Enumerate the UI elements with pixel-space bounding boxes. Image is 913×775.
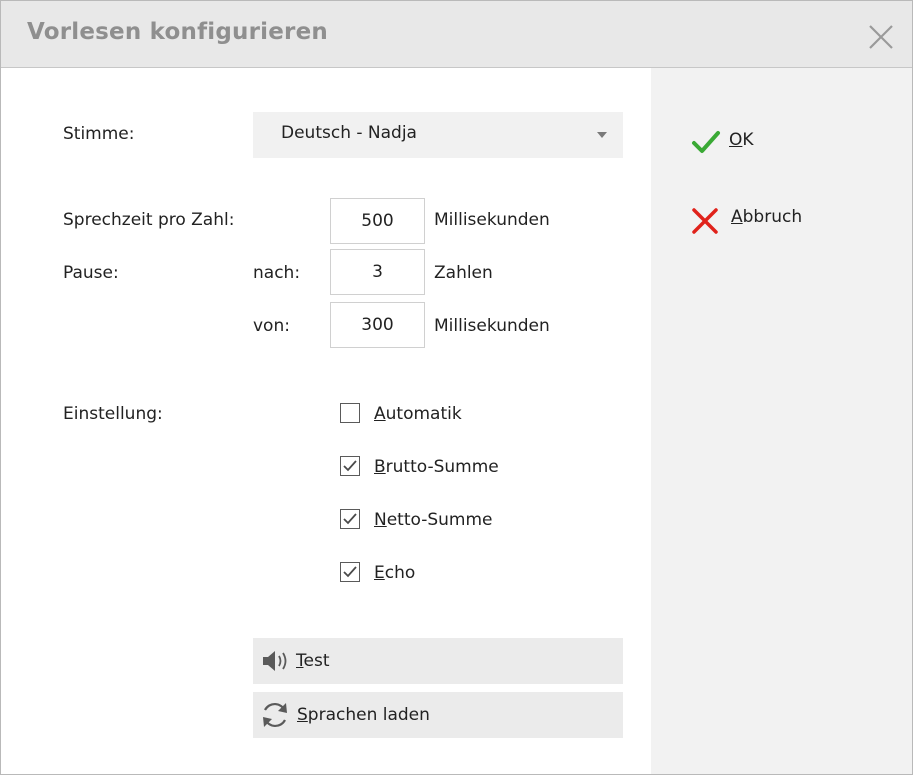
checkbox-box[interactable] <box>340 403 360 423</box>
cancel-button[interactable]: Abbruch <box>691 202 831 236</box>
voice-select[interactable]: Deutsch - Nadja <box>253 112 623 158</box>
check-icon <box>343 513 357 525</box>
chevron-down-icon[interactable] <box>597 132 607 138</box>
dialog-window: Vorlesen konfigurieren Stimme: Deutsch -… <box>0 0 913 775</box>
dialog-title: Vorlesen konfigurieren <box>27 19 328 45</box>
speech-time-label: Sprechzeit pro Zahl: <box>63 210 235 230</box>
pause-after-input[interactable]: 3 <box>330 249 425 295</box>
pause-from-label: von: <box>253 316 290 336</box>
check-icon <box>343 566 357 578</box>
title-bar[interactable]: Vorlesen konfigurieren <box>1 1 912 68</box>
ok-button[interactable]: OK <box>691 125 791 159</box>
speech-time-unit: Millisekunden <box>434 210 550 230</box>
checkbox-label-automatik[interactable]: Automatik <box>374 404 462 424</box>
checkbox-label-brutto-summe[interactable]: Brutto-Summe <box>374 457 499 477</box>
speech-time-input[interactable]: 500 <box>330 198 425 244</box>
close-icon <box>869 25 893 49</box>
reload-languages-label: Sprachen laden <box>297 705 430 725</box>
checkbox-label-netto-summe[interactable]: Netto-Summe <box>374 510 493 530</box>
voice-label: Stimme: <box>63 124 135 144</box>
voice-selected-value: Deutsch - Nadja <box>281 123 417 143</box>
pause-after-label: nach: <box>253 263 301 283</box>
check-icon <box>343 460 357 472</box>
checkmark-icon <box>692 131 720 153</box>
test-button-label: Test <box>296 651 330 671</box>
side-panel <box>651 68 912 774</box>
reload-languages-button[interactable]: Sprachen laden <box>253 692 623 738</box>
x-icon <box>692 208 718 234</box>
cancel-button-label: Abbruch <box>731 207 803 227</box>
refresh-icon <box>263 702 287 728</box>
pause-label: Pause: <box>63 263 119 283</box>
checkbox-box[interactable] <box>340 456 360 476</box>
checkbox-label-echo[interactable]: Echo <box>374 563 415 583</box>
pause-from-input[interactable]: 300 <box>330 302 425 348</box>
speaker-icon <box>263 651 287 671</box>
checkbox-box[interactable] <box>340 509 360 529</box>
checkbox-box[interactable] <box>340 562 360 582</box>
pause-from-unit: Millisekunden <box>434 316 550 336</box>
close-button[interactable] <box>865 21 897 53</box>
pause-after-unit: Zahlen <box>434 263 493 283</box>
ok-button-label: OK <box>729 130 754 150</box>
test-button[interactable]: Test <box>253 638 623 684</box>
settings-label: Einstellung: <box>63 404 163 424</box>
